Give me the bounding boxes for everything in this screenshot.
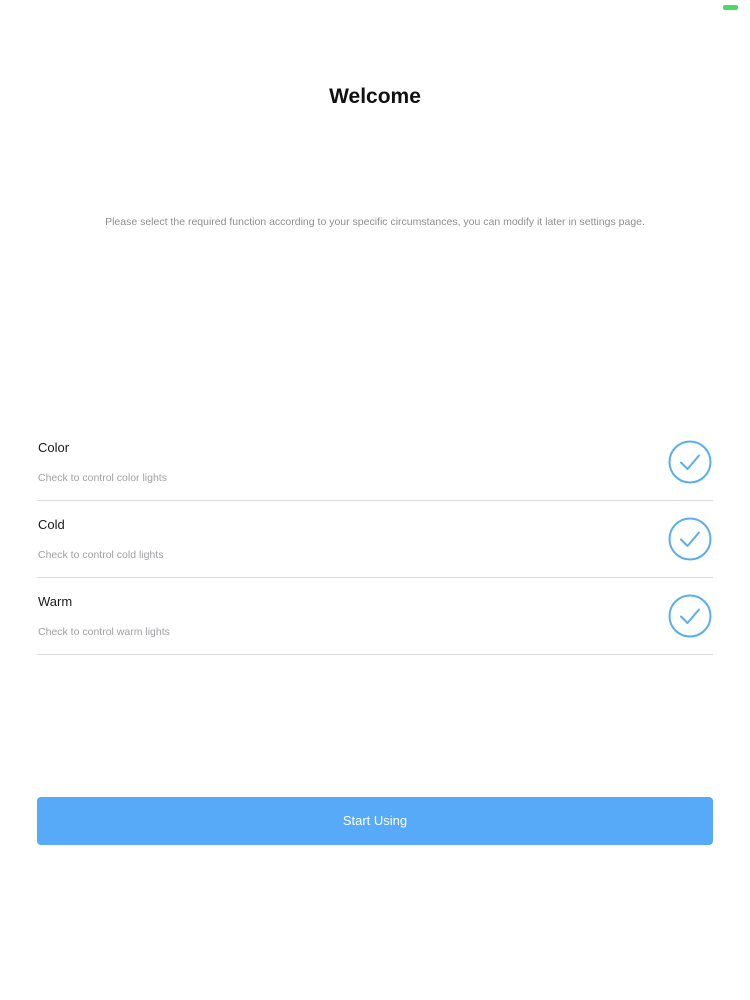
- start-using-button[interactable]: Start Using: [37, 797, 713, 845]
- options-list: Color Check to control color lights Cold…: [37, 424, 713, 655]
- option-cold-row[interactable]: Cold Check to control cold lights: [37, 501, 713, 578]
- subtitle-text: Please select the required function acco…: [105, 216, 645, 228]
- option-description: Check to control color lights: [38, 472, 167, 484]
- option-name: Cold: [38, 517, 65, 532]
- battery-icon: [723, 5, 738, 10]
- option-description: Check to control warm lights: [38, 626, 170, 638]
- option-description: Check to control cold lights: [38, 549, 164, 561]
- option-color-row[interactable]: Color Check to control color lights: [37, 424, 713, 501]
- option-name: Warm: [38, 594, 73, 609]
- checkmark-circle-icon[interactable]: [668, 440, 712, 484]
- page-title: Welcome: [329, 85, 421, 108]
- checkmark-circle-icon[interactable]: [668, 517, 712, 561]
- option-warm-row[interactable]: Warm Check to control warm lights: [37, 578, 713, 655]
- checkmark-circle-icon[interactable]: [668, 594, 712, 638]
- option-name: Color: [38, 440, 70, 455]
